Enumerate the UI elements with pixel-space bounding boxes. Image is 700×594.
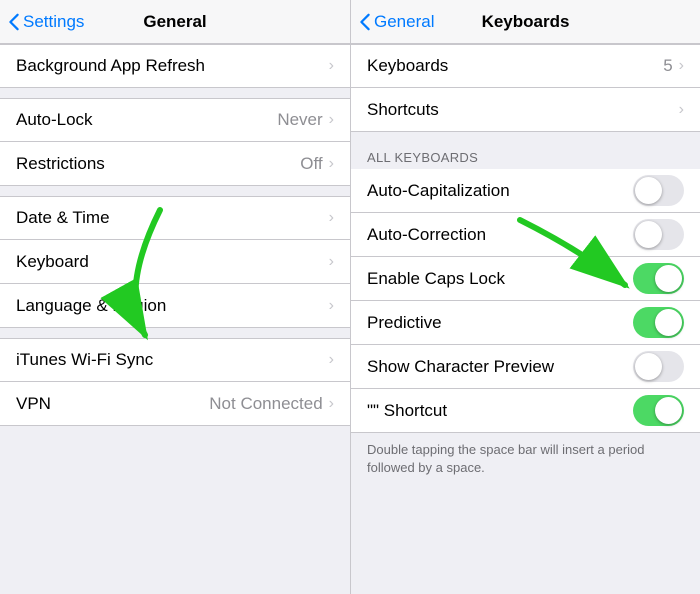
right-group-top: Keyboards 5 › Shortcuts ›: [351, 44, 700, 132]
right-settings-list: Keyboards 5 › Shortcuts › ALL KEYBOARDS …: [351, 44, 700, 594]
item-value-restrictions: Off: [300, 154, 322, 174]
toggle-caps-lock[interactable]: [633, 263, 684, 294]
left-group-3: Date & Time › Keyboard › Language & Regi…: [0, 196, 350, 328]
left-group-2: Auto-Lock Never › Restrictions Off ›: [0, 98, 350, 186]
list-item-autolock[interactable]: Auto-Lock Never ›: [0, 98, 350, 142]
chevron-icon-5: ›: [329, 297, 334, 315]
item-label-predictive: Predictive: [367, 313, 633, 333]
toggle-char-preview[interactable]: [633, 351, 684, 382]
list-item-vpn[interactable]: VPN Not Connected ›: [0, 382, 350, 426]
item-label-itunes: iTunes Wi-Fi Sync: [16, 350, 329, 370]
right-panel: General Keyboards Keyboards 5 › Shortcut…: [350, 0, 700, 594]
toggle-knob-char-preview: [635, 353, 662, 380]
item-value-vpn: Not Connected: [209, 394, 322, 414]
item-value-keyboards: 5: [663, 56, 672, 76]
list-item-keyboards[interactable]: Keyboards 5 ›: [351, 44, 700, 88]
list-item-shortcut[interactable]: "" Shortcut: [351, 389, 700, 433]
list-item-itunes[interactable]: iTunes Wi-Fi Sync ›: [0, 338, 350, 382]
left-settings-list: Background App Refresh › Auto-Lock Never…: [0, 44, 350, 594]
all-keyboards-section: ALL KEYBOARDS Auto-Capitalization Auto-C…: [351, 142, 700, 433]
toggle-knob-auto-cap: [635, 177, 662, 204]
list-item-shortcuts[interactable]: Shortcuts ›: [351, 88, 700, 132]
chevron-icon-sc: ›: [679, 101, 684, 119]
list-item-language[interactable]: Language & Region ›: [0, 284, 350, 328]
list-item-char-preview[interactable]: Show Character Preview: [351, 345, 700, 389]
item-label-auto-cap: Auto-Capitalization: [367, 181, 633, 201]
right-nav-title: Keyboards: [482, 12, 570, 32]
list-item-caps-lock[interactable]: Enable Caps Lock: [351, 257, 700, 301]
list-item-restrictions[interactable]: Restrictions Off ›: [0, 142, 350, 186]
toggle-knob-predictive: [655, 309, 682, 336]
toggle-shortcut[interactable]: [633, 395, 684, 426]
list-item-predictive[interactable]: Predictive: [351, 301, 700, 345]
left-back-label: Settings: [23, 12, 84, 32]
chevron-icon-2: ›: [329, 155, 334, 173]
toggle-auto-cap[interactable]: [633, 175, 684, 206]
list-item-datetime[interactable]: Date & Time ›: [0, 196, 350, 240]
item-label-background-refresh: Background App Refresh: [16, 56, 329, 76]
item-label-vpn: VPN: [16, 394, 209, 414]
right-back-button[interactable]: General: [359, 12, 434, 32]
item-label-char-preview: Show Character Preview: [367, 357, 633, 377]
right-back-label: General: [374, 12, 434, 32]
item-value-autolock: Never: [277, 110, 322, 130]
left-nav-bar: Settings General: [0, 0, 350, 44]
left-panel: Settings General Background App Refresh …: [0, 0, 350, 594]
item-label-restrictions: Restrictions: [16, 154, 300, 174]
list-item-keyboard[interactable]: Keyboard ›: [0, 240, 350, 284]
item-label-keyboards: Keyboards: [367, 56, 663, 76]
chevron-icon-4: ›: [329, 253, 334, 271]
chevron-icon-1: ›: [329, 111, 334, 129]
left-group-4: iTunes Wi-Fi Sync › VPN Not Connected ›: [0, 338, 350, 426]
list-item-auto-cap[interactable]: Auto-Capitalization: [351, 169, 700, 213]
left-group-1: Background App Refresh ›: [0, 44, 350, 88]
section-header-all-keyboards: ALL KEYBOARDS: [351, 142, 700, 169]
chevron-icon-6: ›: [329, 351, 334, 369]
item-label-auto-correct: Auto-Correction: [367, 225, 633, 245]
item-label-keyboard: Keyboard: [16, 252, 329, 272]
item-label-datetime: Date & Time: [16, 208, 329, 228]
item-label-shortcuts: Shortcuts: [367, 100, 679, 120]
item-label-autolock: Auto-Lock: [16, 110, 277, 130]
toggle-knob-auto-correct: [635, 221, 662, 248]
toggle-knob-caps-lock: [655, 265, 682, 292]
chevron-icon-7: ›: [329, 395, 334, 413]
chevron-icon-0: ›: [329, 57, 334, 75]
list-item-background-refresh[interactable]: Background App Refresh ›: [0, 44, 350, 88]
item-label-language: Language & Region: [16, 296, 329, 316]
list-item-auto-correct[interactable]: Auto-Correction: [351, 213, 700, 257]
chevron-icon-kb: ›: [679, 57, 684, 75]
right-nav-bar: General Keyboards: [351, 0, 700, 44]
item-label-caps-lock: Enable Caps Lock: [367, 269, 633, 289]
chevron-icon-3: ›: [329, 209, 334, 227]
left-back-button[interactable]: Settings: [8, 12, 84, 32]
toggle-auto-correct[interactable]: [633, 219, 684, 250]
left-nav-title: General: [143, 12, 206, 32]
toggle-knob-shortcut: [655, 397, 682, 424]
item-label-shortcut: "" Shortcut: [367, 401, 633, 421]
toggle-predictive[interactable]: [633, 307, 684, 338]
section-footer: Double tapping the space bar will insert…: [351, 433, 700, 489]
